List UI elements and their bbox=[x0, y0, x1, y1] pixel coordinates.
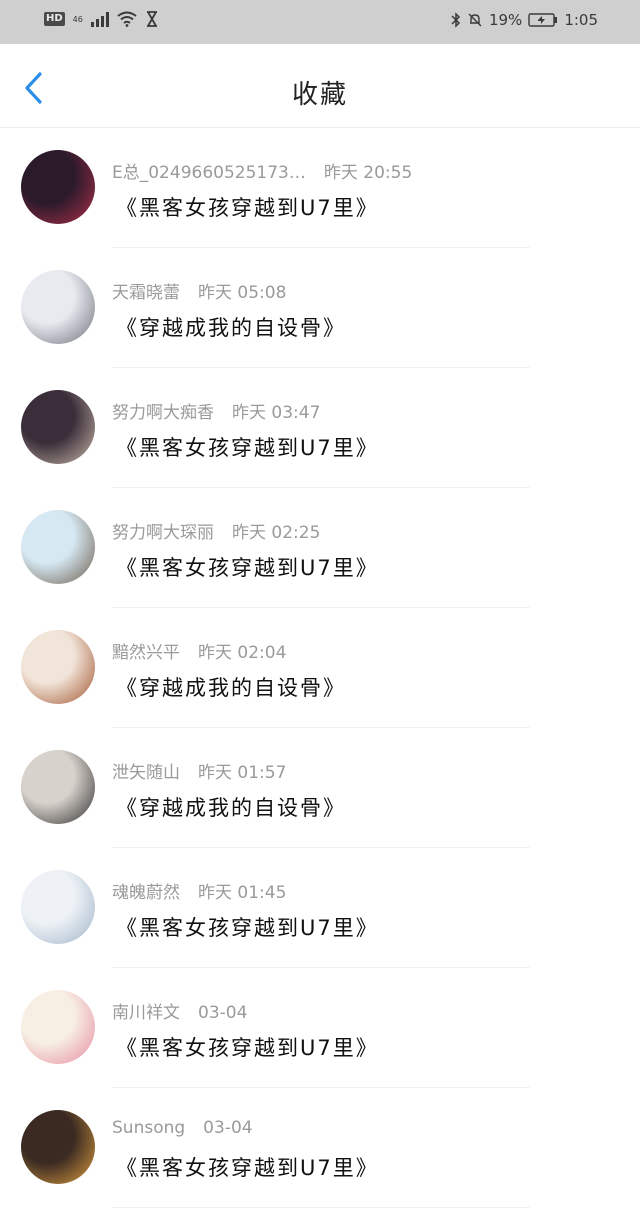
book-title[interactable]: 《穿越成我的自设骨》 bbox=[116, 312, 346, 342]
list-item[interactable]: 努力啊大琛丽 昨天 02:25 《黑客女孩穿越到U7里》 bbox=[0, 488, 640, 608]
list-item[interactable]: 魂魄蔚然 昨天 01:45 《黑客女孩穿越到U7里》 bbox=[0, 848, 640, 968]
signal-icon bbox=[90, 11, 109, 27]
timestamp: 昨天 02:25 bbox=[232, 523, 321, 543]
avatar[interactable] bbox=[21, 270, 95, 344]
meta-line: 努力啊大痴香 昨天 03:47 bbox=[112, 398, 320, 423]
meta-line: 努力啊大琛丽 昨天 02:25 bbox=[112, 518, 320, 543]
meta-line: 天霜晓蕾 昨天 05:08 bbox=[112, 278, 286, 303]
username: E总_0249660525173… bbox=[112, 163, 306, 183]
meta-line: Sunsong 03-04 bbox=[112, 1118, 253, 1138]
status-bar: HD 46 19% 1:05 bbox=[0, 0, 640, 44]
wifi-icon bbox=[117, 11, 137, 27]
avatar[interactable] bbox=[21, 510, 95, 584]
timestamp: 昨天 20:55 bbox=[323, 163, 413, 183]
favorites-list: E总_0249660525173… 昨天 20:55 《黑客女孩穿越到U7里》 天霜晓… bbox=[0, 128, 640, 1208]
network-label: 46 bbox=[72, 14, 83, 24]
avatar[interactable] bbox=[21, 150, 95, 224]
username: Sunsong bbox=[112, 1118, 186, 1138]
list-item[interactable]: 天霜晓蕾 昨天 05:08 《穿越成我的自设骨》 bbox=[0, 248, 640, 368]
book-title[interactable]: 《黑客女孩穿越到U7里》 bbox=[116, 912, 379, 942]
book-title[interactable]: 《穿越成我的自设骨》 bbox=[116, 792, 346, 822]
username: 魂魄蔚然 bbox=[112, 883, 180, 903]
timestamp: 昨天 01:45 bbox=[198, 883, 287, 903]
meta-line: E总_0249660525173… 昨天 20:55 bbox=[112, 158, 412, 183]
list-item[interactable]: 泄矢随山 昨天 01:57 《穿越成我的自设骨》 bbox=[0, 728, 640, 848]
meta-line: 泄矢随山 昨天 01:57 bbox=[112, 758, 286, 783]
list-item[interactable]: Sunsong 03-04 《黑客女孩穿越到U7里》 bbox=[0, 1088, 640, 1208]
battery-icon bbox=[528, 13, 558, 27]
timestamp: 昨天 05:08 bbox=[198, 283, 287, 303]
timestamp: 昨天 02:04 bbox=[198, 643, 287, 663]
timestamp: 昨天 01:57 bbox=[198, 763, 287, 783]
username: 努力啊大琛丽 bbox=[112, 523, 214, 543]
username: 黯然兴平 bbox=[112, 643, 180, 663]
avatar[interactable] bbox=[21, 990, 95, 1064]
avatar[interactable] bbox=[21, 870, 95, 944]
avatar[interactable] bbox=[21, 750, 95, 824]
meta-line: 魂魄蔚然 昨天 01:45 bbox=[112, 878, 286, 903]
status-time: 1:05 bbox=[564, 11, 598, 29]
avatar[interactable] bbox=[21, 1110, 95, 1184]
book-title[interactable]: 《黑客女孩穿越到U7里》 bbox=[116, 432, 379, 462]
meta-line: 黯然兴平 昨天 02:04 bbox=[112, 638, 286, 663]
status-left: HD 46 bbox=[44, 11, 159, 27]
status-right: 19% 1:05 bbox=[451, 11, 598, 29]
list-item[interactable]: 努力啊大痴香 昨天 03:47 《黑客女孩穿越到U7里》 bbox=[0, 368, 640, 488]
timestamp: 03-04 bbox=[203, 1118, 253, 1138]
username: 泄矢随山 bbox=[112, 763, 180, 783]
nav-bar: 收藏 bbox=[0, 44, 640, 128]
list-item[interactable]: 南川祥文 03-04 《黑客女孩穿越到U7里》 bbox=[0, 968, 640, 1088]
username: 努力啊大痴香 bbox=[112, 403, 214, 423]
page-title: 收藏 bbox=[291, 80, 348, 110]
book-title[interactable]: 《黑客女孩穿越到U7里》 bbox=[116, 552, 379, 582]
battery-percent: 19% bbox=[488, 11, 523, 29]
bluetooth-icon bbox=[451, 12, 461, 28]
book-title[interactable]: 《穿越成我的自设骨》 bbox=[116, 672, 346, 702]
hourglass-icon bbox=[146, 11, 157, 27]
avatar[interactable] bbox=[21, 390, 95, 464]
list-item[interactable]: 黯然兴平 昨天 02:04 《穿越成我的自设骨》 bbox=[0, 608, 640, 728]
book-title[interactable]: 《黑客女孩穿越到U7里》 bbox=[116, 1152, 379, 1182]
book-title[interactable]: 《黑客女孩穿越到U7里》 bbox=[116, 1032, 379, 1062]
meta-line: 南川祥文 03-04 bbox=[112, 998, 247, 1023]
book-title[interactable]: 《黑客女孩穿越到U7里》 bbox=[116, 192, 379, 222]
avatar[interactable] bbox=[21, 630, 95, 704]
hd-badge: HD bbox=[44, 12, 65, 26]
timestamp: 03-04 bbox=[198, 1003, 248, 1023]
list-item[interactable]: E总_0249660525173… 昨天 20:55 《黑客女孩穿越到U7里》 bbox=[0, 128, 640, 248]
mute-bell-icon bbox=[468, 13, 482, 27]
username: 天霜晓蕾 bbox=[112, 283, 180, 303]
username: 南川祥文 bbox=[112, 1003, 180, 1023]
timestamp: 昨天 03:47 bbox=[232, 403, 321, 423]
